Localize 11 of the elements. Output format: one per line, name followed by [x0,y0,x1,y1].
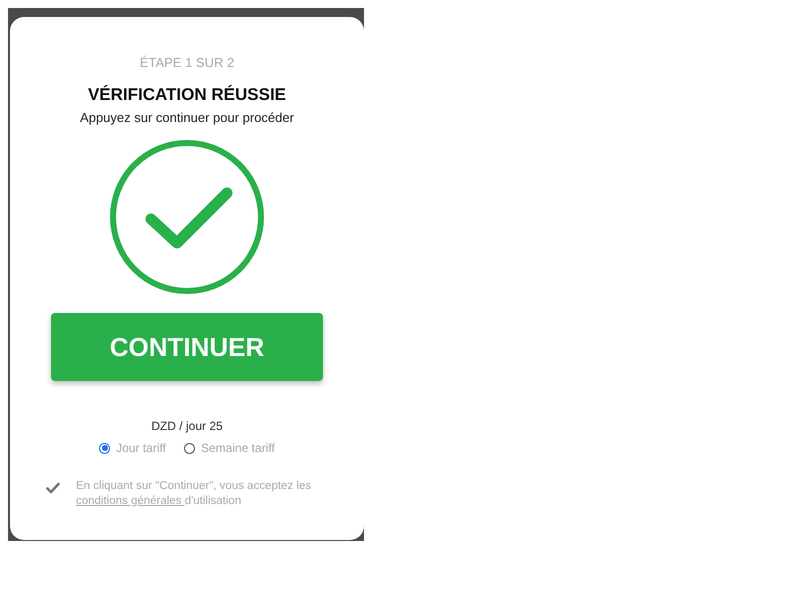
price-text: DZD / jour 25 [151,419,223,433]
tariff-radio[interactable]: Jour tariff [99,441,166,455]
subtitle: Appuyez sur continuer pour procéder [80,110,294,125]
title: VÉRIFICATION RÉUSSIE [88,85,286,105]
step-indicator: ÉTAPE 1 SUR 2 [140,55,234,70]
tariff-radio[interactable]: Semaine tariff [184,441,275,455]
check-circle-icon [109,139,265,295]
terms-link[interactable]: conditions générales [76,495,185,507]
continue-button[interactable]: CONTINUER [51,313,323,381]
checkmark-icon [46,482,60,494]
terms-text: En cliquant sur "Continuer", vous acceptez les conditions générales d'utilisation [76,479,312,509]
